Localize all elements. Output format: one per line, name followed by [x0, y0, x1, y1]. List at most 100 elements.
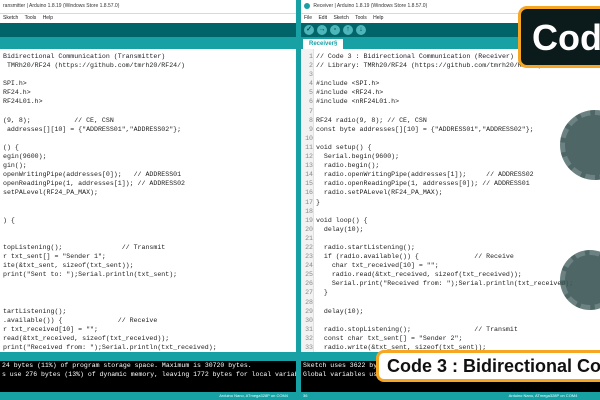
left-console-line-2: s use 276 bytes (13%) of dynamic memory,… [2, 371, 296, 378]
code-line: 7 [301, 107, 573, 116]
line-number: 20 [305, 225, 313, 233]
left-title-text: ransmitter | Arduino 1.8.19 (Windows Sto… [3, 3, 120, 9]
line-number: 29 [305, 307, 313, 315]
code-line: ) { [3, 216, 217, 225]
tab-receiver[interactable]: Receiver§ [303, 39, 344, 49]
right-menu-sketch[interactable]: Sketch [333, 15, 348, 21]
left-board-label: Arduino Nano, ATmega328P on COM4 [219, 393, 288, 398]
left-footer: Arduino Nano, ATmega328P on COM4 [0, 392, 296, 400]
code-line: 17} [301, 198, 573, 207]
banner-text: Code 3 : Bidirectional Communic [387, 356, 600, 376]
right-code-lines: 1// Code 3 : Bidirectional Communication… [301, 52, 573, 352]
line-number: 3 [309, 71, 313, 79]
code-line: 16 radio.setPALevel(RF24_PA_MAX); [301, 188, 573, 197]
line-number: 11 [305, 143, 313, 151]
code-line: 3 [301, 70, 573, 79]
line-number: 2 [309, 62, 313, 70]
right-menu-tools[interactable]: Tools [355, 15, 367, 21]
code-line: read(&txt_received, sizeof(txt_received)… [3, 334, 217, 343]
left-titlebar: ransmitter | Arduino 1.8.19 (Windows Sto… [0, 0, 296, 14]
code-text: } [316, 198, 320, 206]
line-number: 17 [305, 198, 313, 206]
title-banner: Code 3 : Bidirectional Communic [376, 350, 600, 382]
line-number: 12 [305, 153, 313, 161]
code-text: .available()) { // Receive [3, 316, 158, 324]
left-code-lines: Bidirectional Communication (Transmitter… [3, 52, 217, 352]
code-text: Serial.begin(9600); [316, 153, 400, 161]
code-line: openWritingPipe(addresses[0]); // ADDRES… [3, 170, 217, 179]
line-number: 14 [305, 171, 313, 179]
code-line: egin(9600); [3, 152, 217, 161]
verify-icon[interactable]: ✓ [304, 25, 314, 35]
code-line: 20 delay(10); [301, 225, 573, 234]
code-line: r txt_received[10] = ""; [3, 325, 217, 334]
open-icon[interactable]: ↑ [343, 25, 353, 35]
right-menu-file[interactable]: File [304, 15, 312, 21]
code-text: gin(); [3, 162, 27, 170]
line-number: 5 [309, 89, 313, 97]
line-number: 18 [305, 207, 313, 215]
line-number: 15 [305, 180, 313, 188]
upload-icon[interactable]: → [317, 25, 327, 35]
left-menubar: Sketch Tools Help [0, 14, 296, 23]
line-number: 22 [305, 243, 313, 251]
code-text: ) { [3, 216, 15, 224]
code-line: ite(&txt_sent, sizeof(txt_sent)); [3, 261, 217, 270]
code-line: SPI.h> [3, 79, 217, 88]
right-footer: 36 Arduino Nano, ATmega328P on COM4 [301, 392, 600, 400]
code-text: TMRh20/RF24 (https://github.com/tmrh20/R… [3, 62, 186, 70]
right-board-label: Arduino Nano, ATmega328P on COM4 [508, 393, 578, 398]
code-text: setPALevel(RF24_PA_MAX); [3, 189, 98, 197]
left-tabbar [0, 37, 296, 49]
code-line: (9, 8); // CE, CSN [3, 116, 217, 125]
line-number: 1 [309, 53, 313, 60]
code-line: 24 char txt_received[10] = ""; [301, 261, 573, 270]
code-line: 13 radio.begin(); [301, 161, 573, 170]
code-text: #include <nRF24L01.h> [316, 98, 400, 106]
code-line: 12 Serial.begin(9600); [301, 152, 573, 161]
line-number: 13 [305, 162, 313, 170]
line-number: 8 [309, 116, 313, 124]
code-text: radio.stopListening(); // Transmit [316, 325, 518, 333]
right-menu-edit[interactable]: Edit [318, 15, 327, 21]
code-line: 21 [301, 234, 573, 243]
line-number: 31 [305, 325, 313, 333]
left-menu-tools[interactable]: Tools [25, 15, 37, 21]
line-number: 16 [305, 189, 313, 197]
left-toolbar [0, 23, 296, 37]
code-line: 22 radio.startListening(); [301, 243, 573, 252]
left-menu-help[interactable]: Help [43, 15, 53, 21]
code-line: RF24.h> [3, 88, 217, 97]
code-text: RF24 radio(9, 8); // CE, CSN [316, 116, 427, 124]
code-line: 30 [301, 316, 573, 325]
code-line: r txt_sent[] = "Sender 1"; [3, 252, 217, 261]
code-line: 15 radio.openReadingPipe(1, addresses[0]… [301, 179, 573, 188]
line-number: 4 [309, 80, 313, 88]
code-line: RF24L01.h> [3, 97, 217, 106]
code-text: r txt_sent[] = "Sender 1"; [3, 253, 106, 261]
left-menu-sketch[interactable]: Sketch [3, 15, 18, 21]
new-icon[interactable]: ▫ [330, 25, 340, 35]
save-icon[interactable]: ↓ [356, 25, 366, 35]
right-menu-help[interactable]: Help [373, 15, 383, 21]
right-code-editor[interactable]: 1// Code 3 : Bidirectional Communication… [301, 49, 600, 352]
code-text: const byte addresses[][10] = {"ADDRESS01… [316, 125, 534, 133]
code-text: openReadingPipe(1, addresses[1]); // ADD… [3, 180, 186, 188]
left-code-editor[interactable]: Bidirectional Communication (Transmitter… [0, 49, 296, 352]
code-text: delay(10); [316, 225, 364, 233]
code-text: char txt_received[10] = ""; [316, 262, 439, 270]
line-number: 27 [305, 289, 313, 297]
code-text: const char txt_sent[] = "Sender 2"; [316, 334, 463, 342]
code-line: 28 [301, 298, 573, 307]
code-text: ite(&txt_sent, sizeof(txt_sent)); [3, 262, 134, 270]
code-text: tartListening(); [3, 307, 67, 315]
line-number: 21 [305, 234, 313, 242]
line-number: 10 [305, 134, 313, 142]
code-text: radio.begin(); [316, 162, 380, 170]
code-line: TMRh20/RF24 (https://github.com/tmrh20/R… [3, 61, 217, 70]
